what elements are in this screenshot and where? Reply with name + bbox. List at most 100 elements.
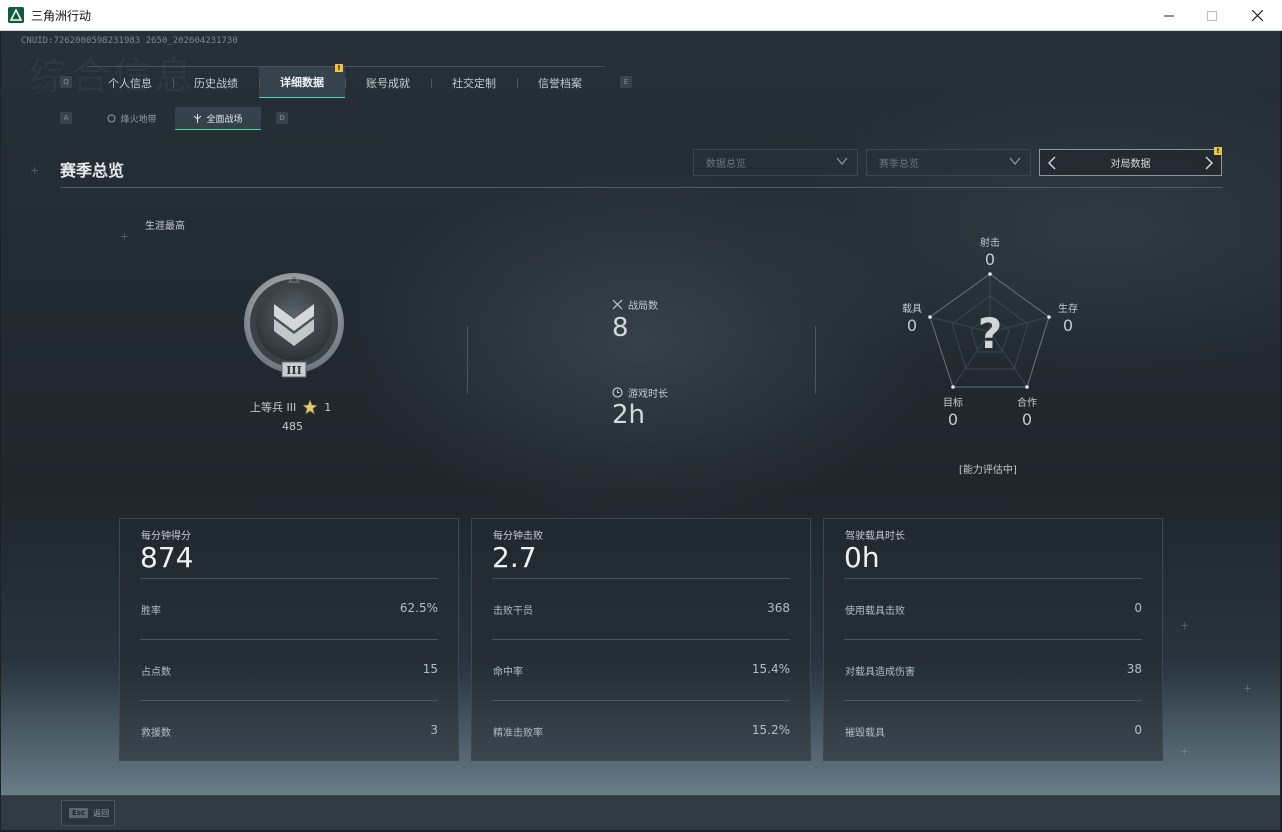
card-row-label: 命中率	[493, 667, 523, 678]
back-button[interactable]: Esc 返回	[61, 800, 115, 826]
card-divider	[844, 700, 1142, 701]
season-overview-dropdown[interactable]: 赛季总览	[866, 149, 1031, 176]
minimize-button[interactable]	[1146, 0, 1192, 31]
column-divider	[815, 326, 816, 394]
app-logo-icon	[8, 7, 24, 23]
back-label: 返回	[93, 808, 110, 818]
full-battle-icon	[194, 113, 202, 123]
card-row-value: 15	[422, 662, 438, 676]
data-overview-dropdown[interactable]: 数据总览	[693, 149, 858, 176]
close-button[interactable]	[1234, 0, 1280, 31]
radar-label-objective: 目标	[943, 398, 963, 409]
radar-value-survival: 0	[1062, 316, 1074, 335]
clock-icon	[612, 387, 623, 398]
decor-cross-icon	[1244, 685, 1251, 692]
dropdown-value: 赛季总览	[879, 159, 919, 170]
rank-score: 485	[282, 420, 303, 433]
ability-radar-chart: ?	[928, 272, 1051, 389]
card-row-value: 368	[767, 601, 790, 615]
chevron-down-icon	[1009, 157, 1021, 166]
bottom-bar: Esc 返回	[1, 795, 1280, 830]
card-divider	[492, 639, 790, 640]
window-title: 三角洲行动	[31, 8, 92, 23]
card-row-value: 15.4%	[751, 662, 790, 676]
stat-card-kills: 每分钟击败 2.7 击败干员 368 命中率 15.4% 精准击败率 15.2%	[471, 518, 811, 761]
radar-value-shooting: 0	[984, 250, 996, 269]
card-row-label: 对载具造成伤害	[845, 667, 915, 678]
esc-key-hint: Esc	[69, 808, 89, 818]
radar-unknown-mark: ?	[978, 309, 1002, 358]
radar-label-shooting: 射击	[980, 238, 1000, 249]
radar-value-vehicle: 0	[906, 316, 918, 335]
card-title: 每分钟得分	[141, 531, 191, 542]
player-cnuid: CNUID:7262000598231983 2650_202604231730	[21, 36, 238, 46]
decor-cross-icon	[1181, 622, 1188, 629]
card-title: 每分钟击败	[493, 531, 543, 542]
radar-value-cooperation: 0	[1021, 410, 1033, 429]
radar-value-objective: 0	[947, 410, 959, 429]
subtab-key-hint-right: D	[276, 112, 288, 124]
subtab-hazard-zone[interactable]: 烽火地带	[89, 107, 175, 130]
radar-label-vehicle: 载具	[902, 304, 922, 315]
key-hint-left: Q	[60, 76, 72, 88]
tab-achievements[interactable]: 账号成就	[345, 67, 431, 98]
pager-prev-button[interactable]	[1042, 150, 1062, 175]
pager-label: 对局数据	[1110, 159, 1151, 170]
card-main-value: 874	[140, 541, 194, 574]
chevron-right-icon	[1205, 156, 1213, 169]
card-row-value: 0	[1134, 723, 1142, 737]
dropdown-value: 数据总览	[706, 159, 746, 170]
decor-cross-icon	[31, 167, 38, 174]
stat-card-vehicle: 驾驶载具时长 0h 使用载具击败 0 对载具造成伤害 38 摧毁载具 0	[823, 518, 1163, 761]
card-row-value: 3	[430, 723, 438, 737]
card-row-value: 38	[1126, 662, 1142, 676]
tab-social[interactable]: 社交定制	[431, 67, 517, 98]
card-row-label: 胜率	[141, 606, 161, 617]
card-row-label: 救援数	[141, 728, 171, 739]
section-title: 赛季总览	[60, 161, 125, 180]
star-icon	[302, 399, 319, 415]
playtime-label: 游戏时长	[628, 389, 668, 400]
card-divider	[140, 700, 438, 701]
card-divider	[492, 578, 790, 579]
card-divider	[492, 700, 790, 701]
card-row-label: 使用载具击败	[845, 606, 905, 617]
match-data-pager: 对局数据 !	[1039, 147, 1222, 176]
maximize-icon	[1207, 10, 1217, 21]
rank-medal-icon: III	[241, 271, 347, 385]
notification-badge: !	[335, 64, 343, 72]
tab-detailed-data[interactable]: 详细数据 !	[259, 64, 345, 98]
card-title: 驾驶载具时长	[845, 531, 905, 542]
notification-badge: !	[1214, 147, 1222, 155]
tab-detailed-data-label: 详细数据	[280, 76, 324, 89]
card-row-label: 摧毁载具	[845, 728, 885, 739]
radar-assessment-note: [能力评估中]	[959, 465, 1017, 476]
card-divider	[844, 639, 1142, 640]
matches-label-row: 战局数	[612, 297, 658, 312]
subtab-full-battle[interactable]: 全面战场	[175, 107, 261, 130]
maximize-button[interactable]	[1189, 0, 1235, 31]
subtab-full-battle-label: 全面战场	[206, 114, 243, 125]
card-divider	[140, 578, 438, 579]
chevron-left-icon	[1048, 156, 1056, 169]
tab-credit-record[interactable]: 信誉档案	[517, 67, 603, 98]
decor-cross-icon	[1181, 748, 1188, 755]
card-main-value: 0h	[844, 541, 880, 574]
card-row-label: 精准击败率	[493, 728, 543, 739]
sub-tab-bar: 烽火地带 全面战场	[89, 107, 261, 130]
column-divider	[467, 326, 468, 394]
game-view: 综合信息 CNUID:7262000598231983 2650_2026042…	[1, 31, 1280, 800]
key-hint-right: E	[620, 76, 632, 88]
tab-personal-info[interactable]: 个人信息	[87, 67, 173, 98]
top-tab-bar: 个人信息 历史战绩 详细数据 ! 账号成就 社交定制 信誉档案	[87, 64, 605, 98]
crossed-swords-icon	[612, 299, 623, 310]
radar-label-cooperation: 合作	[1017, 398, 1037, 409]
hazard-zone-icon	[107, 114, 116, 123]
window-titlebar: 三角洲行动	[0, 0, 1282, 31]
rank-tier-text: III	[286, 364, 301, 377]
rank-name-row: 上等兵 III 1	[250, 399, 331, 415]
tab-history[interactable]: 历史战绩	[173, 67, 259, 98]
playtime-label-row: 游戏时长	[612, 385, 668, 400]
matches-value: 8	[612, 313, 629, 343]
minimize-icon	[1164, 15, 1174, 16]
